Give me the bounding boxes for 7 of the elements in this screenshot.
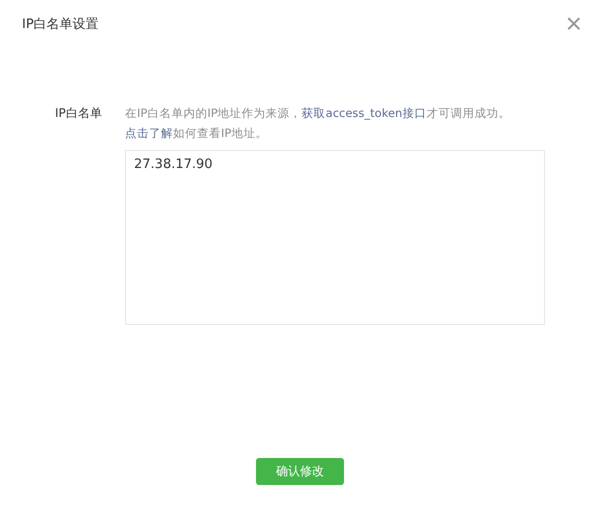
ip-whitelist-field[interactable]: 27.38.17.90 [125, 150, 545, 325]
help-link[interactable]: 点击了解 [125, 126, 173, 140]
close-button[interactable]: × [566, 10, 582, 38]
help-link[interactable]: 获取access_token接口 [302, 106, 426, 120]
description-text: 在IP白名单内的IP地址作为来源，获取access_token接口 才可调用成功。 点击了解如何查看IP地址。 [125, 105, 512, 142]
field-label: IP白名单 [55, 105, 103, 122]
dialog-title: IP白名单设置 [22, 16, 99, 33]
